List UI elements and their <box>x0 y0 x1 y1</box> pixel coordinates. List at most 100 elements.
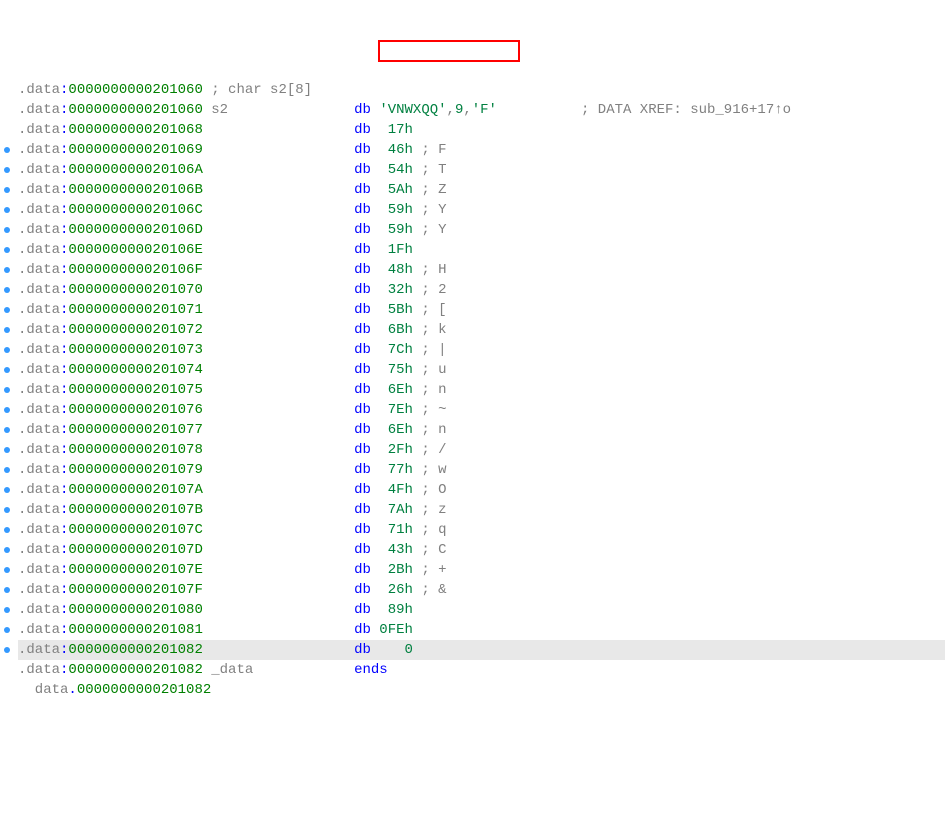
breakpoint-dot[interactable] <box>4 627 10 633</box>
disasm-line[interactable]: .data:0000000000201072 db 6Bh ; k <box>18 320 945 340</box>
colon: : <box>60 622 68 638</box>
disasm-line[interactable]: .data:000000000020106A db 54h ; T <box>18 160 945 180</box>
breakpoint-dot[interactable] <box>4 507 10 513</box>
disasm-line[interactable]: data.0000000000201082 <box>18 680 945 700</box>
operand: db 6Eh <box>354 382 413 398</box>
breakpoint-dot[interactable] <box>4 427 10 433</box>
comment: ; / <box>421 442 446 458</box>
segment-name: .data <box>18 482 60 498</box>
disasm-line[interactable]: .data:0000000000201070 db 32h ; 2 <box>18 280 945 300</box>
line-content: .data:0000000000201069 db 46h ; F <box>18 140 447 160</box>
line-content: .data:000000000020107C db 71h ; q <box>18 520 447 540</box>
breakpoint-dot[interactable] <box>4 147 10 153</box>
breakpoint-dot[interactable] <box>4 327 10 333</box>
comment: ; Y <box>421 222 446 238</box>
disasm-line[interactable]: .data:0000000000201076 db 7Eh ; ~ <box>18 400 945 420</box>
line-content: .data:0000000000201060 s2 db 'VNWXQQ',9,… <box>18 100 791 120</box>
breakpoint-dot[interactable] <box>4 207 10 213</box>
breakpoint-dot[interactable] <box>4 347 10 353</box>
breakpoint-dot[interactable] <box>4 367 10 373</box>
breakpoint-dot[interactable] <box>4 167 10 173</box>
breakpoint-dot[interactable] <box>4 387 10 393</box>
segment-name: .data <box>18 442 60 458</box>
disasm-line[interactable]: .data:0000000000201060 ; char s2[8] <box>18 80 945 100</box>
breakpoint-dot[interactable] <box>4 607 10 613</box>
address: 000000000020107E <box>68 562 202 578</box>
disasm-line[interactable]: .data:000000000020106F db 48h ; H <box>18 260 945 280</box>
breakpoint-dot[interactable] <box>4 187 10 193</box>
disasm-line[interactable]: .data:0000000000201080 db 89h <box>18 600 945 620</box>
disasm-line[interactable]: .data:0000000000201060 s2 db 'VNWXQQ',9,… <box>18 100 945 120</box>
disasm-line[interactable]: .data:0000000000201074 db 75h ; u <box>18 360 945 380</box>
breakpoint-dot[interactable] <box>4 527 10 533</box>
address: 0000000000201072 <box>68 322 202 338</box>
address: 0000000000201060 <box>68 82 202 98</box>
disasm-line[interactable]: .data:000000000020107F db 26h ; & <box>18 580 945 600</box>
operand: db 7Ch <box>354 342 413 358</box>
disasm-line[interactable]: .data:0000000000201075 db 6Eh ; n <box>18 380 945 400</box>
segment-name: .data <box>18 82 60 98</box>
disasm-line[interactable]: .data:0000000000201069 db 46h ; F <box>18 140 945 160</box>
disasm-line[interactable]: .data:0000000000201071 db 5Bh ; [ <box>18 300 945 320</box>
operand: db 59h <box>354 222 413 238</box>
breakpoint-dot[interactable] <box>4 307 10 313</box>
segment-name: .data <box>18 182 60 198</box>
disasm-line[interactable]: .data:000000000020107B db 7Ah ; z <box>18 500 945 520</box>
disasm-line[interactable]: .data:000000000020107E db 2Bh ; + <box>18 560 945 580</box>
disassembly-view[interactable]: .data:0000000000201060 ; char s2[8].data… <box>0 80 945 700</box>
breakpoint-dot[interactable] <box>4 267 10 273</box>
line-content: .data:000000000020106E db 1Fh <box>18 240 413 260</box>
segment-name: .data <box>18 282 60 298</box>
operand: db 43h <box>354 542 413 558</box>
breakpoint-dot[interactable] <box>4 407 10 413</box>
comment: ; n <box>421 422 446 438</box>
colon: . <box>68 682 76 698</box>
line-content: .data:000000000020107A db 4Fh ; O <box>18 480 447 500</box>
operand: db 6Eh <box>354 422 413 438</box>
breakpoint-dot[interactable] <box>4 487 10 493</box>
disasm-line[interactable]: .data:000000000020106E db 1Fh <box>18 240 945 260</box>
disasm-line[interactable]: .data:0000000000201077 db 6Eh ; n <box>18 420 945 440</box>
breakpoint-dot[interactable] <box>4 547 10 553</box>
operand: ends <box>354 662 388 678</box>
segment-name: .data <box>18 302 60 318</box>
operand: db 26h <box>354 582 413 598</box>
segment-name: .data <box>18 582 60 598</box>
disasm-line[interactable]: .data:0000000000201068 db 17h <box>18 120 945 140</box>
breakpoint-dot[interactable] <box>4 587 10 593</box>
breakpoint-dot[interactable] <box>4 447 10 453</box>
disasm-line[interactable]: .data:000000000020106C db 59h ; Y <box>18 200 945 220</box>
address: 000000000020107C <box>68 522 202 538</box>
operand: db 7Eh <box>354 402 413 418</box>
disasm-line[interactable]: .data:0000000000201082 db 0 <box>18 640 945 660</box>
address: 000000000020107B <box>68 502 202 518</box>
breakpoint-dot[interactable] <box>4 647 10 653</box>
segment-name: .data <box>18 342 60 358</box>
address: 0000000000201076 <box>68 402 202 418</box>
line-content: .data:0000000000201070 db 32h ; 2 <box>18 280 447 300</box>
breakpoint-dot[interactable] <box>4 467 10 473</box>
disasm-line[interactable]: .data:000000000020107A db 4Fh ; O <box>18 480 945 500</box>
disasm-line[interactable]: .data:000000000020106D db 59h ; Y <box>18 220 945 240</box>
breakpoint-dot[interactable] <box>4 567 10 573</box>
operand: db 2Bh <box>354 562 413 578</box>
disasm-line[interactable]: .data:000000000020106B db 5Ah ; Z <box>18 180 945 200</box>
disasm-line[interactable]: .data:0000000000201073 db 7Ch ; | <box>18 340 945 360</box>
address: 0000000000201070 <box>68 282 202 298</box>
breakpoint-dot[interactable] <box>4 227 10 233</box>
segment-name: .data <box>18 162 60 178</box>
address: 000000000020106C <box>68 202 202 218</box>
comment: ; DATA XREF: sub_916+17↑o <box>581 102 791 118</box>
line-content: .data:0000000000201081 db 0FEh <box>18 620 413 640</box>
disasm-line[interactable]: .data:0000000000201082 _data ends <box>18 660 945 680</box>
disasm-line[interactable]: .data:000000000020107D db 43h ; C <box>18 540 945 560</box>
operand: db 0 <box>354 642 413 658</box>
disasm-line[interactable]: .data:000000000020107C db 71h ; q <box>18 520 945 540</box>
disasm-line[interactable]: .data:0000000000201078 db 2Fh ; / <box>18 440 945 460</box>
disasm-line[interactable]: .data:0000000000201079 db 77h ; w <box>18 460 945 480</box>
line-content: .data:0000000000201075 db 6Eh ; n <box>18 380 447 400</box>
disasm-line[interactable]: .data:0000000000201081 db 0FEh <box>18 620 945 640</box>
line-content: data.0000000000201082 <box>18 680 362 700</box>
breakpoint-dot[interactable] <box>4 287 10 293</box>
breakpoint-dot[interactable] <box>4 247 10 253</box>
